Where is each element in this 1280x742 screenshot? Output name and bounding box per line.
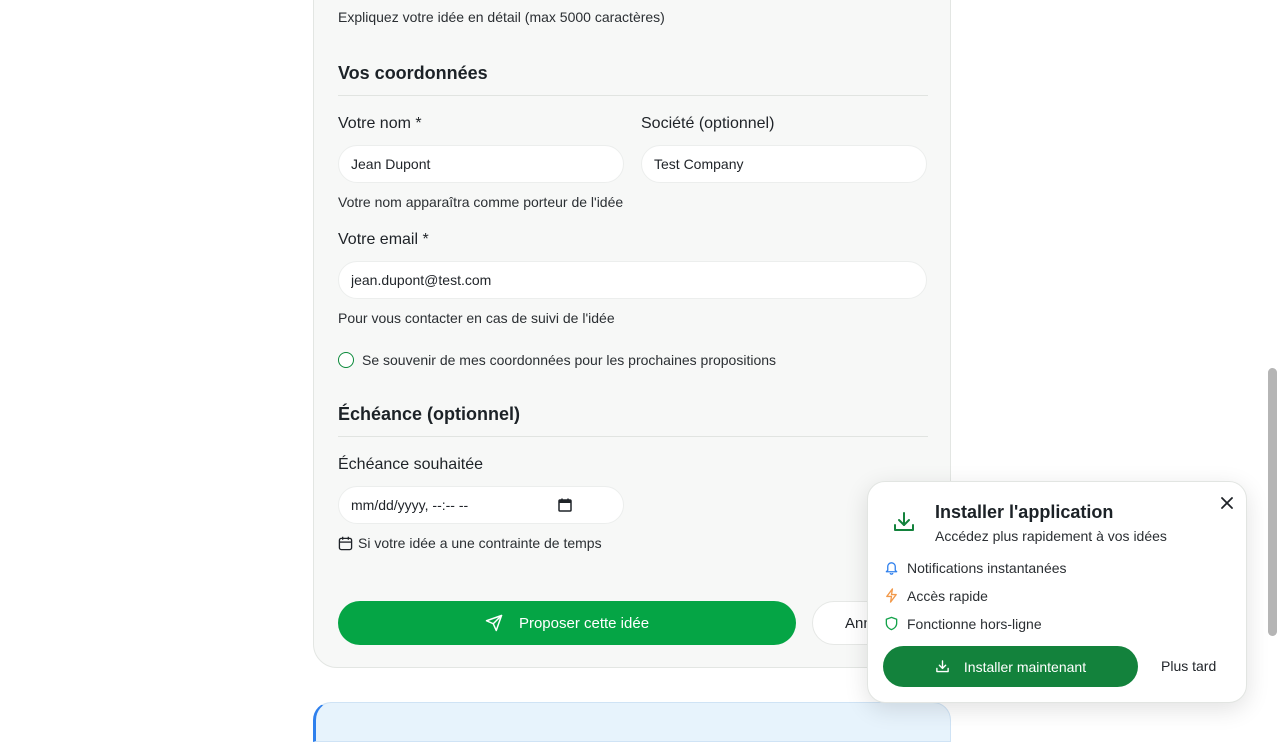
email-input[interactable] [338, 261, 927, 299]
scrollbar-thumb[interactable] [1268, 368, 1277, 636]
submit-idea-button[interactable]: Proposer cette idée [338, 601, 796, 645]
description-hint: Expliquez votre idée en détail (max 5000… [338, 9, 665, 25]
email-label: Votre email * [338, 231, 429, 248]
remember-checkbox[interactable] [338, 352, 354, 368]
name-input[interactable] [338, 145, 624, 183]
company-label: Société (optionnel) [641, 115, 775, 132]
email-hint: Pour vous contacter en cas de suivi de l… [338, 310, 615, 326]
lightning-icon [886, 588, 897, 603]
install-app-popup: Installer l'application Accédez plus rap… [867, 481, 1247, 703]
info-box [313, 702, 951, 742]
calendar-icon [338, 536, 353, 551]
deadline-hint: Si votre idée a une contrainte de temps [358, 535, 602, 551]
deadline-label: Échéance souhaitée [338, 456, 483, 473]
popup-title: Installer l'application [935, 502, 1114, 522]
feature-offline: Fonctionne hors-ligne [907, 616, 1042, 632]
name-hint: Votre nom apparaîtra comme porteur de l'… [338, 194, 624, 210]
feature-notifications: Notifications instantanées [907, 560, 1067, 576]
calendar-picker-icon[interactable] [557, 497, 573, 513]
close-icon[interactable] [1220, 496, 1234, 510]
bell-icon [885, 562, 898, 575]
submit-label: Proposer cette idée [518, 614, 650, 632]
section-divider [338, 95, 928, 96]
download-icon [894, 512, 914, 531]
send-icon [485, 614, 503, 632]
download-icon [936, 660, 949, 673]
install-now-button[interactable]: Installer maintenant [883, 646, 1138, 687]
deadline-section-title: Échéance (optionnel) [338, 404, 521, 424]
remember-label[interactable]: Se souvenir de mes coordonnées pour les … [362, 352, 776, 368]
popup-subtitle: Accédez plus rapidement à vos idées [935, 528, 1167, 544]
idea-form-card [313, 0, 951, 668]
later-button[interactable]: Plus tard [1161, 658, 1216, 674]
name-label: Votre nom * [338, 115, 422, 132]
shield-icon [885, 616, 898, 631]
install-now-label: Installer maintenant [963, 658, 1087, 675]
feature-quick-access: Accès rapide [907, 588, 988, 604]
deadline-input[interactable]: mm/dd/yyyy, --:-- -- [338, 486, 624, 524]
deadline-placeholder: mm/dd/yyyy, --:-- -- [351, 497, 469, 513]
section-divider [338, 436, 928, 437]
company-input[interactable] [641, 145, 927, 183]
contact-section-title: Vos coordonnées [338, 63, 488, 83]
